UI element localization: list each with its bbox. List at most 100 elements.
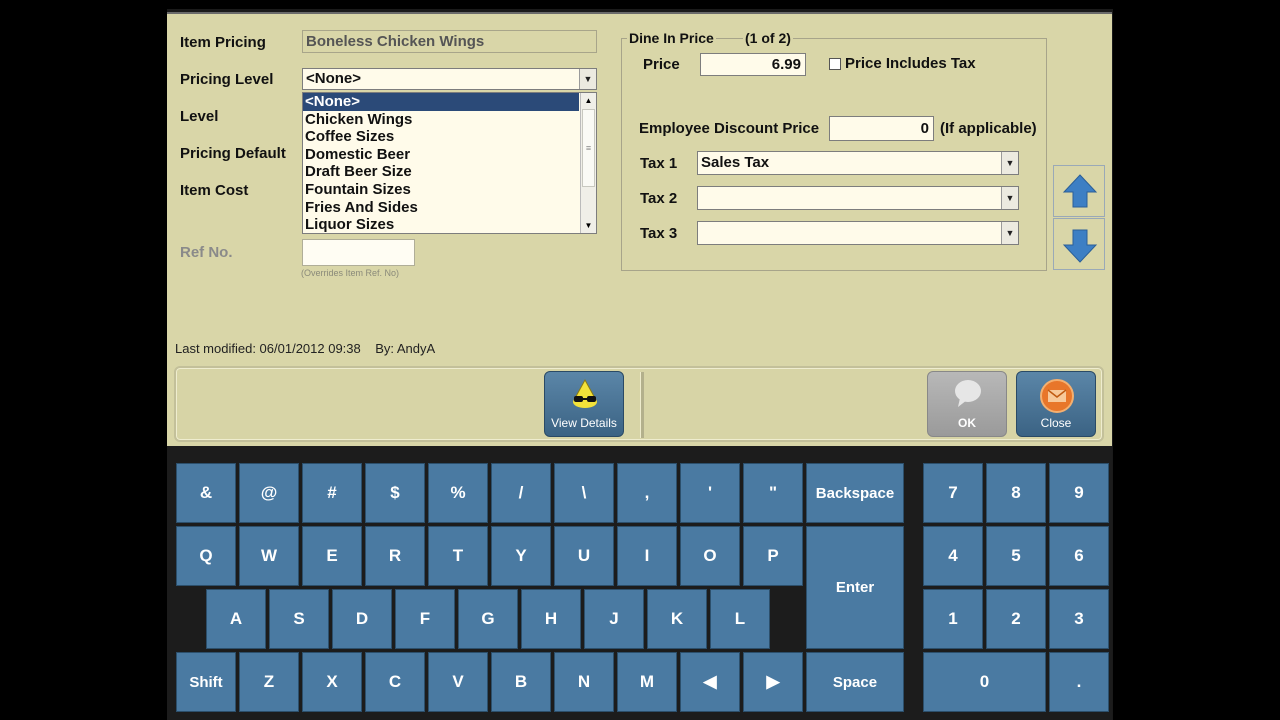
shift-key[interactable]: Shift	[176, 652, 236, 712]
key[interactable]: %	[428, 463, 488, 523]
ok-button[interactable]: OK	[927, 371, 1007, 437]
price-includes-tax-checkbox[interactable]	[829, 58, 841, 70]
key[interactable]: U	[554, 526, 614, 586]
dropdown-option[interactable]: Liquor Sizes	[303, 216, 579, 234]
key[interactable]: N	[554, 652, 614, 712]
tax1-select[interactable]: Sales Tax ▼	[697, 151, 1019, 175]
enter-key[interactable]: Enter	[806, 526, 904, 649]
arrow-right-key[interactable]: ▶	[743, 652, 803, 712]
key[interactable]: @	[239, 463, 299, 523]
dropdown-option[interactable]: Coffee Sizes	[303, 128, 579, 146]
numpad-key[interactable]: 6	[1049, 526, 1109, 586]
ok-label: OK	[958, 416, 976, 430]
pricing-level-dropdown-list[interactable]: <None> Chicken Wings Coffee Sizes Domestic …	[302, 92, 597, 234]
key[interactable]: '	[680, 463, 740, 523]
key[interactable]: I	[617, 526, 677, 586]
chevron-down-icon[interactable]: ▼	[1001, 222, 1018, 244]
key[interactable]: &	[176, 463, 236, 523]
numpad-zero-key[interactable]: 0	[923, 652, 1046, 712]
key[interactable]: P	[743, 526, 803, 586]
key[interactable]: F	[395, 589, 455, 649]
tax2-select[interactable]: ▼	[697, 186, 1019, 210]
key[interactable]: \	[554, 463, 614, 523]
key[interactable]: K	[647, 589, 707, 649]
view-details-label: View Details	[551, 416, 617, 430]
key[interactable]: /	[491, 463, 551, 523]
dropdown-option[interactable]: Fries And Sides	[303, 199, 579, 217]
backspace-key[interactable]: Backspace	[806, 463, 904, 523]
key[interactable]: S	[269, 589, 329, 649]
chevron-down-icon[interactable]: ▼	[1001, 187, 1018, 209]
key[interactable]: M	[617, 652, 677, 712]
space-key[interactable]: Space	[806, 652, 904, 712]
key[interactable]: $	[365, 463, 425, 523]
tax2-label: Tax 2	[640, 190, 678, 207]
price-counter: (1 of 2)	[743, 30, 793, 46]
pricing-level-value: <None>	[306, 70, 362, 87]
numpad-key[interactable]: 4	[923, 526, 983, 586]
key[interactable]: D	[332, 589, 392, 649]
dropdown-option[interactable]: Draft Beer Size	[303, 163, 579, 181]
close-label: Close	[1040, 416, 1072, 430]
numpad-key[interactable]: 1	[923, 589, 983, 649]
close-button[interactable]: Close	[1016, 371, 1096, 437]
key[interactable]: Z	[239, 652, 299, 712]
speech-bubble-icon	[955, 380, 981, 407]
chevron-down-icon[interactable]: ▼	[1001, 152, 1018, 174]
key[interactable]: W	[239, 526, 299, 586]
numpad-key[interactable]: 2	[986, 589, 1046, 649]
tax3-select[interactable]: ▼	[697, 221, 1019, 245]
dropdown-option[interactable]: Fountain Sizes	[303, 181, 579, 199]
detective-glasses-icon	[573, 378, 597, 408]
key[interactable]: ,	[617, 463, 677, 523]
price-input[interactable]: 6.99	[700, 53, 806, 76]
key[interactable]: L	[710, 589, 770, 649]
next-price-button[interactable]	[1053, 218, 1105, 270]
list-scrollbar[interactable]: ▲ ≡ ▼	[580, 93, 596, 233]
dropdown-option[interactable]: Chicken Wings	[303, 111, 579, 129]
numpad-key[interactable]: 9	[1049, 463, 1109, 523]
numpad-dot-key[interactable]: .	[1049, 652, 1109, 712]
key[interactable]: C	[365, 652, 425, 712]
scroll-down-icon[interactable]: ▼	[582, 219, 595, 232]
if-applicable-text: (If applicable)	[940, 120, 1037, 137]
key[interactable]: Q	[176, 526, 236, 586]
employee-discount-label: Employee Discount Price	[639, 120, 820, 137]
numpad-key[interactable]: 3	[1049, 589, 1109, 649]
price-includes-tax-label: Price Includes Tax	[845, 55, 976, 72]
key[interactable]: R	[365, 526, 425, 586]
key[interactable]: #	[302, 463, 362, 523]
key[interactable]: E	[302, 526, 362, 586]
scroll-thumb[interactable]: ≡	[582, 109, 595, 187]
item-pricing-field: Boneless Chicken Wings	[302, 30, 597, 53]
key[interactable]: "	[743, 463, 803, 523]
dropdown-option[interactable]: Domestic Beer	[303, 146, 579, 164]
key[interactable]: X	[302, 652, 362, 712]
item-pricing-label: Item Pricing	[180, 34, 266, 51]
key[interactable]: B	[491, 652, 551, 712]
arrow-up-icon	[1062, 174, 1098, 208]
key[interactable]: O	[680, 526, 740, 586]
key[interactable]: A	[206, 589, 266, 649]
dropdown-option[interactable]: <None>	[303, 93, 579, 111]
key[interactable]: T	[428, 526, 488, 586]
ref-no-label: Ref No.	[180, 244, 233, 261]
chevron-down-icon[interactable]: ▼	[579, 69, 596, 89]
price-label: Price	[643, 56, 680, 73]
ref-no-input[interactable]	[302, 239, 415, 266]
employee-discount-input[interactable]: 0	[829, 116, 934, 141]
arrow-left-key[interactable]: ◀	[680, 652, 740, 712]
numpad-key[interactable]: 7	[923, 463, 983, 523]
previous-price-button[interactable]	[1053, 165, 1105, 217]
key[interactable]: Y	[491, 526, 551, 586]
key[interactable]: V	[428, 652, 488, 712]
key[interactable]: H	[521, 589, 581, 649]
key[interactable]: G	[458, 589, 518, 649]
pricing-level-select[interactable]: <None> ▼	[302, 68, 597, 90]
numpad-key[interactable]: 5	[986, 526, 1046, 586]
key[interactable]: J	[584, 589, 644, 649]
view-details-button[interactable]: View Details	[544, 371, 624, 437]
scroll-up-icon[interactable]: ▲	[582, 94, 595, 107]
numpad-key[interactable]: 8	[986, 463, 1046, 523]
ref-no-hint: (Overrides Item Ref. No)	[301, 268, 400, 278]
